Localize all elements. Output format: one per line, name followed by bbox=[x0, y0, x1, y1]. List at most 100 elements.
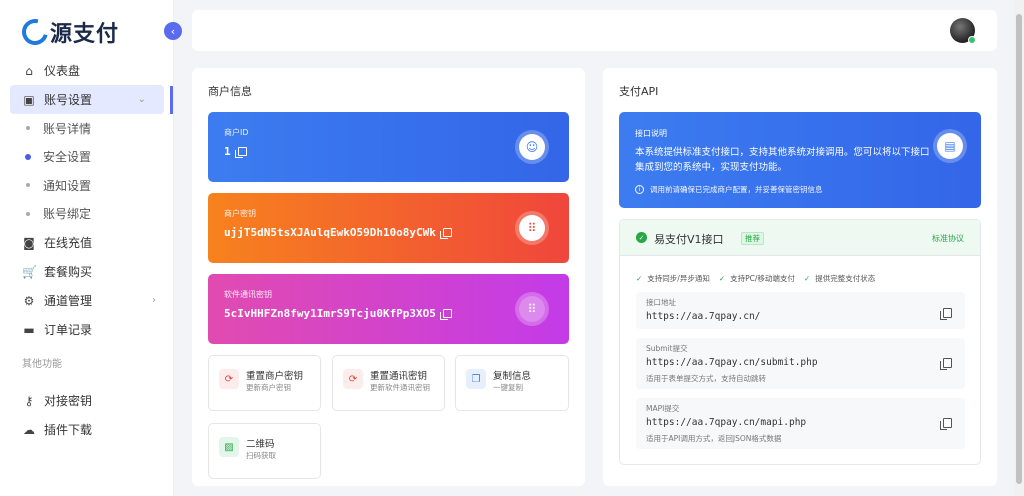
chevron-right-icon: › bbox=[152, 295, 156, 306]
sidebar-item-label: 套餐购买 bbox=[44, 265, 93, 279]
sidebar-subitem-label: 通知设置 bbox=[43, 178, 92, 193]
chevron-left-icon: ‹ bbox=[170, 24, 176, 38]
bullet-icon bbox=[26, 126, 30, 131]
card-label: 软件通讯密钥 bbox=[224, 290, 272, 299]
brand-name: 源支付 bbox=[50, 21, 120, 47]
copy-icon[interactable] bbox=[940, 358, 952, 370]
reset-comm-key-button[interactable]: ⟳ 重置通讯密钥 更新软件通讯密钥 bbox=[332, 355, 445, 411]
endpoint-description: 适用于API调用方式，返回JSON格式数据 bbox=[646, 434, 782, 443]
sidebar-subitem-security-settings[interactable]: 安全设置 bbox=[0, 143, 174, 172]
check-icon: ✓ bbox=[718, 274, 726, 283]
wallet-icon: ▬ bbox=[23, 322, 35, 337]
keypad-icon: ⠿ bbox=[515, 292, 549, 326]
feature-item: ✓ 支持同步/异步通知 bbox=[636, 273, 710, 284]
recharge-icon: ◙ bbox=[23, 235, 35, 250]
software-key-card: 软件通讯密钥 5cIvHHFZn8fwy1ImrS9Tcju0KfPp3XO5 … bbox=[208, 274, 569, 344]
copy-icon[interactable] bbox=[940, 308, 952, 320]
panel-title: 商户信息 bbox=[208, 85, 252, 98]
endpoint-name: Submit提交 bbox=[646, 344, 688, 353]
feature-text: 提供完整支付状态 bbox=[815, 274, 876, 283]
action-subtitle: 一键复制 bbox=[493, 383, 523, 392]
chevron-down-icon: ⌄ bbox=[137, 94, 146, 105]
merchant-key-value: ujjT5dN5tsXJAulqEwkO59Dh10o8yCWk bbox=[224, 226, 436, 239]
scrollbar-thumb[interactable] bbox=[1016, 14, 1022, 484]
key-icon: ⚷ bbox=[24, 393, 34, 408]
sidebar-section-label: 其他功能 bbox=[22, 359, 62, 370]
software-key-value: 5cIvHHFZn8fwy1ImrS9Tcju0KfPp3XO5 bbox=[224, 307, 436, 320]
card-label: 商户密钥 bbox=[224, 209, 256, 218]
refresh-icon: ⟳ bbox=[343, 369, 363, 389]
payment-api-panel: 支付API 接口说明 本系统提供标准支付接口，支持其他系统对接调用。您可以将以下… bbox=[603, 68, 997, 486]
card-value: 1 bbox=[224, 145, 247, 158]
card-value: 5cIvHHFZn8fwy1ImrS9Tcju0KfPp3XO5 bbox=[224, 307, 452, 320]
home-icon: ⌂ bbox=[25, 63, 33, 78]
feature-item: ✓ 提供完整支付状态 bbox=[804, 273, 875, 284]
top-bar bbox=[192, 10, 997, 51]
interface-header: ✓ 易支付V1接口 推荐 标准协议 bbox=[620, 220, 980, 256]
gear-icon: ⚙ bbox=[23, 293, 35, 308]
protocol-label: 标准协议 bbox=[932, 234, 964, 243]
interface-name: 易支付V1接口 bbox=[654, 233, 724, 246]
sidebar: 源支付 ⌂ 仪表盘 ▣ 账号设置 ⌄ 账号详情 安全设置 通知设置 账号绑定 ◙ bbox=[0, 0, 174, 496]
active-indicator bbox=[170, 86, 173, 114]
merchant-id-value: 1 bbox=[224, 145, 231, 158]
endpoint-url: https://aa.7qpay.cn/ bbox=[646, 311, 761, 322]
sidebar-subitem-label: 账号详情 bbox=[43, 121, 92, 136]
sidebar-item-dashboard[interactable]: ⌂ 仪表盘 bbox=[0, 56, 174, 85]
user-icon: ☺ bbox=[515, 130, 549, 164]
copy-icon[interactable] bbox=[439, 228, 452, 239]
avatar[interactable] bbox=[950, 18, 976, 44]
endpoint-item: MAPI提交 https://aa.7qpay.cn/mapi.php 适用于A… bbox=[636, 398, 965, 449]
card-value: ujjT5dN5tsXJAulqEwkO59Dh10o8yCWk bbox=[224, 226, 452, 239]
sidebar-subitem-label: 安全设置 bbox=[43, 150, 92, 165]
id-card-icon: ▣ bbox=[23, 92, 35, 107]
action-subtitle: 扫码获取 bbox=[246, 451, 276, 460]
brand-logo[interactable]: 源支付 bbox=[17, 14, 120, 50]
endpoint-name: 接口地址 bbox=[646, 298, 676, 307]
panel-title: 支付API bbox=[619, 85, 659, 98]
feature-text: 支持同步/异步通知 bbox=[647, 274, 710, 283]
copy-icon[interactable] bbox=[940, 418, 952, 430]
feature-item: ✓ 支持PC/移动端支付 bbox=[719, 273, 795, 284]
sidebar-item-label: 插件下载 bbox=[44, 423, 93, 437]
sidebar-subitem-notification-settings[interactable]: 通知设置 bbox=[0, 171, 174, 200]
bullet-icon bbox=[26, 183, 30, 188]
image-icon: ▨ bbox=[219, 437, 239, 457]
keypad-icon: ⠿ bbox=[515, 211, 549, 245]
sidebar-collapse-button[interactable]: ‹ bbox=[164, 22, 182, 40]
action-subtitle: 更新商户密钥 bbox=[246, 383, 291, 392]
reset-merchant-key-button[interactable]: ⟳ 重置商户密钥 更新商户密钥 bbox=[208, 355, 321, 411]
copy-icon[interactable] bbox=[234, 147, 247, 158]
sidebar-subitem-account-details[interactable]: 账号详情 bbox=[0, 114, 174, 143]
interface-card: ✓ 易支付V1接口 推荐 标准协议 ✓ 支持同步/异步通知 ✓ 支持PC/移动端支付… bbox=[619, 219, 981, 465]
sidebar-item-channel-management[interactable]: ⚙ 通道管理 › bbox=[0, 286, 174, 315]
sidebar-item-api-keys[interactable]: ⚷ 对接密钥 bbox=[0, 386, 174, 415]
action-title: 二维码 bbox=[246, 439, 275, 450]
cloud-download-icon: ☁ bbox=[23, 422, 35, 437]
sidebar-item-label: 在线充值 bbox=[44, 236, 93, 250]
info-icon: i bbox=[635, 185, 644, 194]
bullet-icon bbox=[26, 211, 30, 216]
endpoint-item: 接口地址 https://aa.7qpay.cn/ bbox=[636, 292, 965, 329]
sidebar-subitem-account-binding[interactable]: 账号绑定 bbox=[0, 200, 174, 229]
copy-icon[interactable] bbox=[439, 309, 452, 320]
api-note-text: 调用前请确保已完成商户配置，并妥善保管密钥信息 bbox=[650, 185, 823, 194]
qrcode-button[interactable]: ▨ 二维码 扫码获取 bbox=[208, 423, 321, 479]
action-title: 重置通讯密钥 bbox=[370, 371, 428, 382]
copy-icon: ❐ bbox=[466, 369, 486, 389]
copy-info-button[interactable]: ❐ 复制信息 一键复制 bbox=[455, 355, 569, 411]
endpoint-url: https://aa.7qpay.cn/submit.php bbox=[646, 357, 818, 368]
card-label: 商户ID bbox=[224, 128, 249, 137]
sidebar-item-label: 账号设置 bbox=[44, 93, 93, 107]
sidebar-item-online-recharge[interactable]: ◙ 在线充值 bbox=[0, 228, 174, 257]
page-scrollbar[interactable] bbox=[1014, 0, 1024, 496]
sidebar-item-order-records[interactable]: ▬ 订单记录 bbox=[0, 315, 174, 344]
sidebar-item-account-settings[interactable]: ▣ 账号设置 ⌄ bbox=[10, 85, 164, 114]
action-subtitle: 更新软件通讯密钥 bbox=[370, 383, 430, 392]
feature-list: ✓ 支持同步/异步通知 ✓ 支持PC/移动端支付 ✓ 提供完整支付状态 bbox=[636, 273, 875, 284]
cart-icon: 🛒 bbox=[22, 264, 37, 279]
sidebar-item-plugin-download[interactable]: ☁ 插件下载 bbox=[0, 415, 174, 444]
api-description-note: i 调用前请确保已完成商户配置，并妥善保管密钥信息 bbox=[635, 184, 823, 195]
sidebar-item-plan-purchase[interactable]: 🛒 套餐购买 bbox=[0, 257, 174, 286]
action-title: 重置商户密钥 bbox=[246, 371, 304, 382]
